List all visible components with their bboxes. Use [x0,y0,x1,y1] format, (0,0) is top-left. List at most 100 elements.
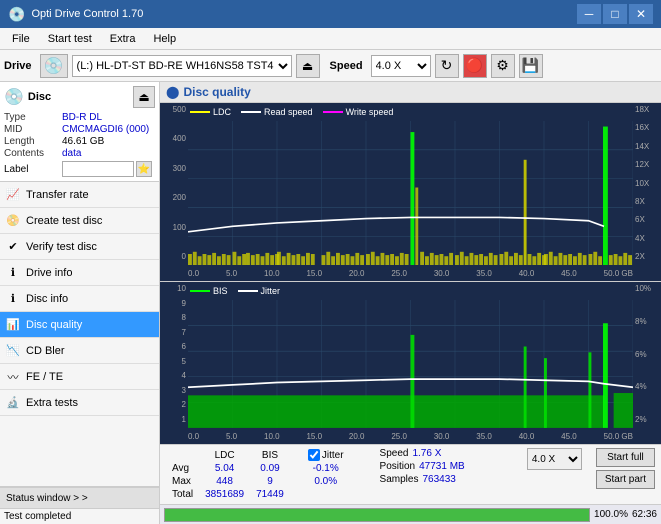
disc-type-row: Type BD-R DL [4,112,155,123]
total-label: Total [166,488,199,501]
save-button[interactable]: 💾 [519,54,543,78]
close-button[interactable]: ✕ [629,4,653,24]
verify-test-disc-icon: ✔ [6,240,20,254]
disc-quality-icon: 📊 [6,318,20,332]
menu-extra[interactable]: Extra [102,31,144,47]
nav-cd-bler-label: CD Bler [26,345,65,357]
app-title: Opti Drive Control 1.70 [31,8,143,20]
nav-create-test-disc-label: Create test disc [26,215,102,227]
disc-eject-button[interactable]: ⏏ [133,86,155,108]
chart2-x-axis: 0.0 5.0 10.0 15.0 20.0 25.0 30.0 35.0 40… [188,428,633,444]
create-test-disc-icon: 📀 [6,214,20,228]
disc-label-input[interactable] [62,161,134,177]
nav-disc-info-label: Disc info [26,293,68,305]
titlebar-left: 💿 Opti Drive Control 1.70 [8,6,143,23]
position-row: Position 47731 MB [380,461,465,472]
speed-select[interactable]: 4.0 X 1.0 X 2.0 X 8.0 X [371,55,431,77]
chart2-legend: BIS Jitter [190,286,280,296]
refresh-button[interactable]: ↻ [435,54,459,78]
bottom-percent-text: 100.0% [594,509,628,520]
burn-button[interactable]: 🔴 [463,54,487,78]
legend-read-speed: Read speed [241,107,313,117]
disc-mid-row: MID CMCMAGDI6 (000) [4,124,155,135]
nav-verify-test-disc[interactable]: ✔ Verify test disc [0,234,159,260]
speed-label: Speed [330,60,363,72]
legend-ldc: LDC [190,107,231,117]
chart1-x-axis: 0.0 5.0 10.0 15.0 20.0 25.0 30.0 35.0 40… [188,265,633,281]
sidebar-spacer [0,416,159,486]
disc-label-icon-button[interactable]: ⭐ [136,161,152,177]
max-jitter-value: 0.0% [302,475,350,488]
nav-extra-tests-label: Extra tests [26,397,78,409]
legend-write-speed-label: Write speed [346,107,394,117]
max-label: Max [166,475,199,488]
legend-jitter-label: Jitter [261,286,281,296]
statusbar: Status window > > Test completed [0,486,159,524]
nav-drive-info[interactable]: ℹ Drive info [0,260,159,286]
legend-jitter: Jitter [238,286,281,296]
col-header-bis: BIS [250,448,290,462]
col-header-jitter: Jitter [302,448,350,462]
speed-select-area: 4.0 X 1.0 X 2.0 X [527,448,582,470]
maximize-button[interactable]: □ [603,4,627,24]
charts-area: LDC Read speed Write speed 500 400 300 [160,103,661,444]
status-window-button[interactable]: Status window > > [0,487,159,509]
eject-button[interactable]: ⏏ [296,54,320,78]
start-full-button[interactable]: Start full [596,448,655,467]
nav-create-test-disc[interactable]: 📀 Create test disc [0,208,159,234]
total-ldc-value: 3851689 [199,488,250,501]
extra-tests-icon: 🔬 [6,396,20,410]
drive-icon-button[interactable]: 💿 [40,54,68,78]
sidebar: 💿 Disc ⏏ Type BD-R DL MID CMCMAGDI6 (000… [0,82,160,524]
avg-label: Avg [166,462,199,475]
action-buttons: Start full Start part [596,448,655,489]
menu-start-test[interactable]: Start test [40,31,100,47]
nav-disc-quality-label: Disc quality [26,319,82,331]
main: 💿 Disc ⏏ Type BD-R DL MID CMCMAGDI6 (000… [0,82,661,524]
cd-bler-icon: 📉 [6,344,20,358]
speed-info: Speed 1.76 X Position 47731 MB Samples 7… [380,448,465,485]
titlebar: 💿 Opti Drive Control 1.70 ─ □ ✕ [0,0,661,28]
disc-length-row: Length 46.61 GB [4,136,155,147]
stats-table: LDC BIS Jitter Avg 5.04 0.09 -0.1 [166,448,350,501]
nav-transfer-rate[interactable]: 📈 Transfer rate [0,182,159,208]
options-button[interactable]: ⚙ [491,54,515,78]
avg-ldc-value: 5.04 [199,462,250,475]
bottom-bar: 100.0% 62:36 [160,504,661,524]
chart1-y-axis-right: 18X 16X 14X 12X 10X 8X 6X 4X 2X [633,103,661,263]
minimize-button[interactable]: ─ [577,4,601,24]
nav-extra-tests[interactable]: 🔬 Extra tests [0,390,159,416]
start-part-button[interactable]: Start part [596,470,655,489]
nav-drive-info-label: Drive info [26,267,72,279]
content-area: ⬤ Disc quality LDC Read speed [160,82,661,524]
status-text: Test completed [0,509,159,524]
chart-ldc: LDC Read speed Write speed 500 400 300 [160,103,661,282]
drive-select[interactable]: (L:) HL-DT-ST BD-RE WH16NS58 TST4 [72,55,292,77]
chart2-y-axis-right: 10% 8% 6% 4% 2% [633,282,661,426]
speed-select-stats[interactable]: 4.0 X 1.0 X 2.0 X [527,448,582,470]
nav-cd-bler[interactable]: 📉 CD Bler [0,338,159,364]
total-bis-value: 71449 [250,488,290,501]
stats-max-row: Max 448 9 0.0% [166,475,350,488]
transfer-rate-icon: 📈 [6,188,20,202]
nav-disc-quality[interactable]: 📊 Disc quality [0,312,159,338]
legend-write-speed: Write speed [323,107,394,117]
toolbar: Drive 💿 (L:) HL-DT-ST BD-RE WH16NS58 TST… [0,50,661,82]
stats-avg-row: Avg 5.04 0.09 -0.1% [166,462,350,475]
chart1-plot [188,121,633,265]
nav-fe-te-label: FE / TE [26,371,63,383]
nav-disc-info[interactable]: ℹ Disc info [0,286,159,312]
drive-label: Drive [4,60,32,72]
stats-area: LDC BIS Jitter Avg 5.04 0.09 -0.1 [160,444,661,504]
legend-read-speed-label: Read speed [264,107,313,117]
menu-help[interactable]: Help [145,31,184,47]
content-icon: ⬤ [166,85,179,99]
menu-file[interactable]: File [4,31,38,47]
nav-fe-te[interactable]: 〰 FE / TE [0,364,159,390]
app-icon: 💿 [8,6,25,23]
jitter-checkbox[interactable] [308,449,320,461]
chart-bis: BIS Jitter 10 9 8 7 6 5 4 3 2 [160,282,661,444]
fe-te-icon: 〰 [6,370,20,384]
chart1-legend: LDC Read speed Write speed [190,107,393,117]
disc-header-left: 💿 Disc [4,87,51,107]
